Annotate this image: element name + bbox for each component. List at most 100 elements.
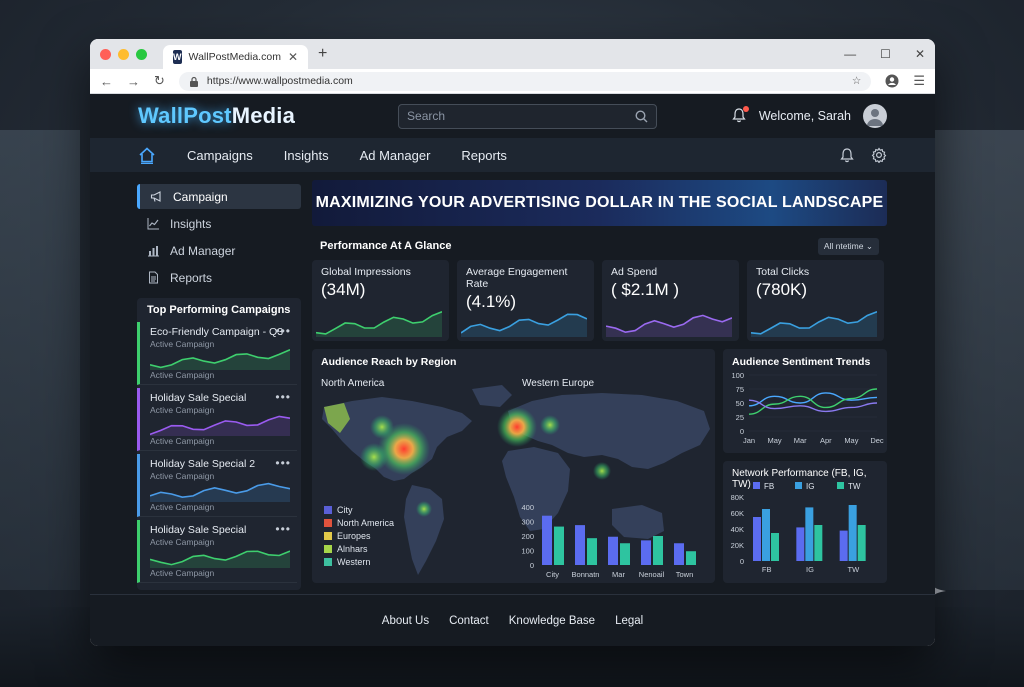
kpi-card[interactable]: Total Clicks (780K)	[747, 260, 884, 341]
legend-label: FB	[764, 482, 774, 491]
heat-spot-south-america	[416, 501, 432, 517]
y-tick-label: 0	[740, 557, 744, 566]
url-field[interactable]: https://www.wallpostmedia.com ☆	[178, 71, 872, 91]
legend-swatch	[324, 557, 332, 566]
legend-label: Alnhars	[337, 543, 368, 554]
legend-label: North America	[337, 517, 395, 528]
footer-link-knowledge-base[interactable]: Knowledge Base	[509, 615, 595, 627]
app-header: WallPostMedia Search Welcome, Sarah	[90, 94, 935, 138]
more-options-icon[interactable]: •••	[275, 390, 291, 404]
close-icon[interactable]: ✕	[915, 47, 925, 61]
more-options-icon[interactable]: •••	[275, 456, 291, 470]
campaign-item[interactable]: Holiday Sale Special Active Campaign •••…	[137, 520, 297, 583]
y-tick-label: 80K	[731, 493, 744, 502]
y-tick-label: 300	[521, 518, 534, 527]
campaign-item[interactable]: Eco-Friendly Campaign - Q3 Active Campai…	[137, 322, 297, 385]
legend-swatch	[324, 544, 332, 553]
bar	[848, 505, 857, 561]
content-area: Campaign Insights Ad Manager Reports Top…	[90, 172, 935, 594]
campaign-item[interactable]: Holiday Sale Special Active Campaign •••…	[137, 388, 297, 451]
new-tab-icon[interactable]: +	[318, 45, 327, 63]
right-column: Audience Sentiment Trends 0 25 50 75 100 Jan M…	[723, 349, 887, 583]
legend-swatch	[324, 505, 332, 514]
close-window-button[interactable]	[100, 48, 111, 60]
bar	[620, 543, 630, 565]
sparkline-area	[461, 314, 587, 337]
browser-tab[interactable]: W WallPostMedia.com ✕	[163, 45, 308, 69]
maximize-icon[interactable]: ☐	[880, 47, 891, 61]
campaign-sparkline	[150, 348, 290, 370]
footer-link-legal[interactable]: Legal	[615, 615, 643, 627]
series-line	[748, 388, 878, 415]
more-options-icon[interactable]: •••	[275, 324, 291, 338]
kpi-label: Total Clicks	[756, 266, 810, 278]
profile-icon[interactable]	[885, 74, 899, 88]
heat-spot-asia	[593, 462, 611, 480]
kpi-label: Global Impressions	[321, 266, 411, 278]
sidebar-item-label: Insights	[170, 216, 212, 231]
legend-swatch	[753, 482, 760, 489]
logo-part-b: Media	[231, 103, 296, 128]
legend-item: North America	[324, 516, 394, 529]
search-icon[interactable]	[635, 109, 648, 123]
time-filter-dropdown[interactable]: All ntetime ⌄	[817, 237, 879, 255]
background-window-left	[0, 130, 80, 590]
bar	[839, 530, 848, 561]
more-options-icon[interactable]: •••	[275, 522, 291, 536]
line-chart-icon	[147, 218, 159, 230]
nav-reports[interactable]: Reports	[461, 148, 507, 163]
notifications-button[interactable]	[731, 105, 749, 126]
nav-insights[interactable]: Insights	[284, 148, 329, 163]
sidebar-item-insights[interactable]: Insights	[137, 211, 301, 236]
nav-campaigns[interactable]: Campaigns	[187, 148, 253, 163]
gear-icon[interactable]	[871, 147, 887, 163]
sidebar-item-ad-manager[interactable]: Ad Manager	[137, 238, 301, 263]
search-input[interactable]: Search	[398, 103, 658, 129]
bell-icon[interactable]	[839, 147, 855, 163]
avatar[interactable]	[863, 104, 887, 128]
menu-icon[interactable]: ☰	[913, 73, 925, 89]
y-tick-label: 20K	[731, 541, 744, 550]
map-legend: City North America Europes Alnhars Western	[324, 503, 394, 568]
kpi-card[interactable]: Average Engagement Rate (4.1%)	[457, 260, 594, 341]
bar	[814, 525, 823, 561]
close-tab-icon[interactable]: ✕	[288, 50, 298, 64]
sidebar-item-campaign[interactable]: Campaign	[137, 184, 301, 209]
time-filter-label: All ntetime	[823, 240, 864, 251]
back-icon[interactable]: ←	[100, 74, 113, 89]
bar	[753, 517, 761, 561]
audience-reach-card: Audience Reach by Region North America W…	[312, 349, 715, 583]
x-tick-label: City	[546, 570, 559, 579]
campaign-item[interactable]: Holiday Sale Special 2 Active Campaign •…	[137, 454, 297, 517]
sidebar-item-label: Reports	[170, 270, 213, 285]
nav-ad-manager[interactable]: Ad Manager	[360, 148, 431, 163]
background-window-right	[929, 130, 1024, 590]
footer-link-about[interactable]: About Us	[382, 615, 429, 627]
reload-icon[interactable]: ↻	[154, 73, 165, 89]
minimize-icon[interactable]: —	[844, 47, 856, 61]
kpi-card[interactable]: Ad Spend ( $2.1M )	[602, 260, 739, 341]
user-icon	[867, 109, 883, 126]
campaign-sparkline	[150, 482, 290, 502]
bar	[653, 536, 663, 565]
heat-spot-east-europe	[540, 415, 560, 435]
campaign-name: Eco-Friendly Campaign - Q3	[150, 326, 284, 338]
region-bar-chart: 0 100 200 300 400 City Bonnatn Mar Nenoail Town	[521, 503, 696, 579]
footer-link-contact[interactable]: Contact	[449, 615, 489, 627]
sentiment-card: Audience Sentiment Trends 0 25 50 75 100 Jan M…	[723, 349, 887, 453]
kpi-card[interactable]: Global Impressions (34M)	[312, 260, 449, 341]
legend-swatch	[795, 482, 802, 489]
minimize-window-button[interactable]	[118, 48, 129, 60]
network-bar-chart: FB IG TW 0 20K 40K 60K 80K FB IG TW	[731, 482, 866, 574]
forward-icon[interactable]: →	[127, 74, 140, 89]
tab-bar: W WallPostMedia.com ✕ + — ☐ ✕	[90, 39, 935, 69]
bookmark-star-icon[interactable]: ☆	[852, 75, 861, 87]
kpi-value: ( $2.1M )	[611, 280, 680, 299]
sidebar-item-reports[interactable]: Reports	[137, 265, 301, 290]
sentiment-line-chart: 0 25 50 75 100 Jan May Mar Apr May Dec	[731, 371, 883, 445]
home-icon[interactable]	[138, 146, 156, 164]
sparkline-area	[150, 349, 290, 370]
zoom-window-button[interactable]	[136, 48, 147, 60]
logo[interactable]: WallPostMedia	[138, 103, 295, 129]
x-tick-label: IG	[806, 565, 814, 574]
